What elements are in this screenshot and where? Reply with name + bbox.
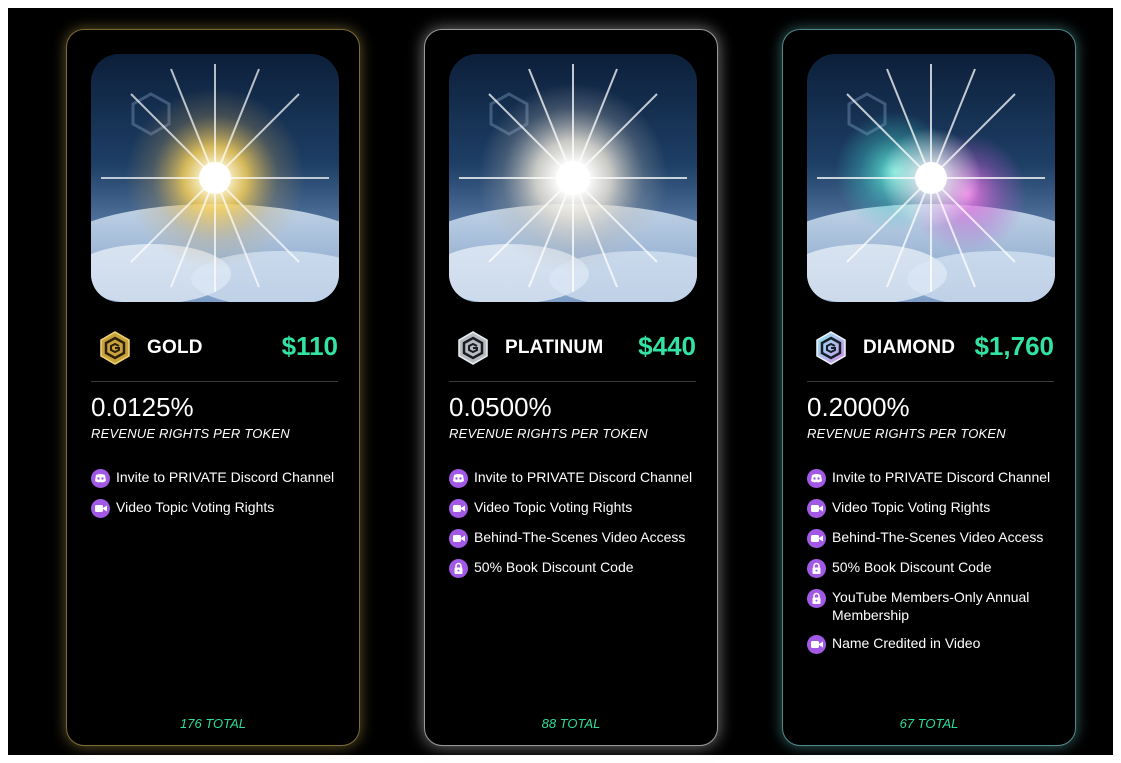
tier-price: $440 (638, 331, 696, 361)
tier-header: PLATINUM $440 (449, 328, 696, 368)
perk-item: Behind-The-Scenes Video Access (449, 528, 699, 548)
perk-label: Video Topic Voting Rights (474, 499, 633, 515)
perk-item: 50% Book Discount Code (449, 558, 699, 578)
tier-price: $1,760 (974, 331, 1054, 361)
divider (449, 381, 696, 382)
page-background: GOLD $110 0.0125% REVENUE RIGHTS PER TOK… (8, 8, 1113, 755)
perk-item: Video Topic Voting Rights (449, 498, 699, 518)
perk-label: Video Topic Voting Rights (116, 499, 275, 515)
perk-item: 50% Book Discount Code (807, 558, 1057, 578)
perk-label: YouTube Members-Only Annual Membership (832, 589, 1030, 623)
perk-item: Invite to PRIVATE Discord Channel (449, 468, 699, 488)
lock-icon (807, 559, 826, 578)
perk-label: 50% Book Discount Code (832, 559, 992, 575)
perk-item: Behind-The-Scenes Video Access (807, 528, 1057, 548)
perk-item: Name Credited in Video (807, 634, 1057, 654)
tier-name: DIAMOND (863, 337, 956, 358)
perk-label: Video Topic Voting Rights (832, 499, 991, 515)
supply-total: 88 TOTAL (541, 716, 601, 731)
lock-icon (449, 559, 468, 578)
video-camera-icon (807, 635, 826, 654)
video-camera-icon (807, 499, 826, 518)
video-camera-icon (449, 499, 468, 518)
perk-list: Invite to PRIVATE Discord Channel Video … (91, 468, 341, 528)
divider (91, 381, 338, 382)
perk-label: Name Credited in Video (832, 635, 981, 651)
supply-total: 176 TOTAL (180, 716, 246, 731)
discord-icon (807, 469, 826, 488)
perk-item: Video Topic Voting Rights (807, 498, 1057, 518)
revenue-rights-label: REVENUE RIGHTS PER TOKEN (449, 426, 648, 441)
discord-icon (91, 469, 110, 488)
video-camera-icon (807, 529, 826, 548)
perk-list: Invite to PRIVATE Discord Channel Video … (449, 468, 699, 588)
tier-card-platinum[interactable]: PLATINUM $440 0.0500% REVENUE RIGHTS PER… (424, 29, 718, 746)
diamond-hexagon-icon (813, 330, 849, 366)
revenue-percentage: 0.0125% (91, 392, 194, 422)
platinum-hexagon-icon (455, 330, 491, 366)
supply-total: 67 TOTAL (899, 716, 959, 731)
gold-hexagon-icon (97, 330, 133, 366)
tier-header: GOLD $110 (91, 328, 338, 368)
perk-item: YouTube Members-Only Annual Membership (807, 588, 1057, 624)
tier-price: $110 (281, 331, 338, 361)
perk-list: Invite to PRIVATE Discord Channel Video … (807, 468, 1057, 664)
tier-name: PLATINUM (505, 337, 604, 358)
revenue-rights-label: REVENUE RIGHTS PER TOKEN (91, 426, 290, 441)
diamond-token-artwork (807, 54, 1055, 302)
tier-card-gold[interactable]: GOLD $110 0.0125% REVENUE RIGHTS PER TOK… (66, 29, 360, 746)
divider (807, 381, 1054, 382)
perk-item: Video Topic Voting Rights (91, 498, 341, 518)
perk-item: Invite to PRIVATE Discord Channel (807, 468, 1057, 488)
video-camera-icon (91, 499, 110, 518)
revenue-percentage: 0.2000% (807, 392, 910, 422)
perk-label: Invite to PRIVATE Discord Channel (832, 469, 1051, 485)
perk-label: Invite to PRIVATE Discord Channel (474, 469, 693, 485)
tier-header: DIAMOND $1,760 (807, 328, 1054, 368)
platinum-token-artwork (449, 54, 697, 302)
perk-label: Invite to PRIVATE Discord Channel (116, 469, 335, 485)
tier-card-diamond[interactable]: DIAMOND $1,760 0.2000% REVENUE RIGHTS PE… (782, 29, 1076, 746)
revenue-percentage: 0.0500% (449, 392, 552, 422)
tier-name: GOLD (147, 337, 203, 358)
perk-label: 50% Book Discount Code (474, 559, 634, 575)
gold-token-artwork (91, 54, 339, 302)
revenue-rights-label: REVENUE RIGHTS PER TOKEN (807, 426, 1006, 441)
video-camera-icon (449, 529, 468, 548)
discord-icon (449, 469, 468, 488)
perk-item: Invite to PRIVATE Discord Channel (91, 468, 341, 488)
perk-label: Behind-The-Scenes Video Access (474, 529, 686, 545)
perk-label: Behind-The-Scenes Video Access (832, 529, 1044, 545)
lock-icon (807, 589, 826, 608)
